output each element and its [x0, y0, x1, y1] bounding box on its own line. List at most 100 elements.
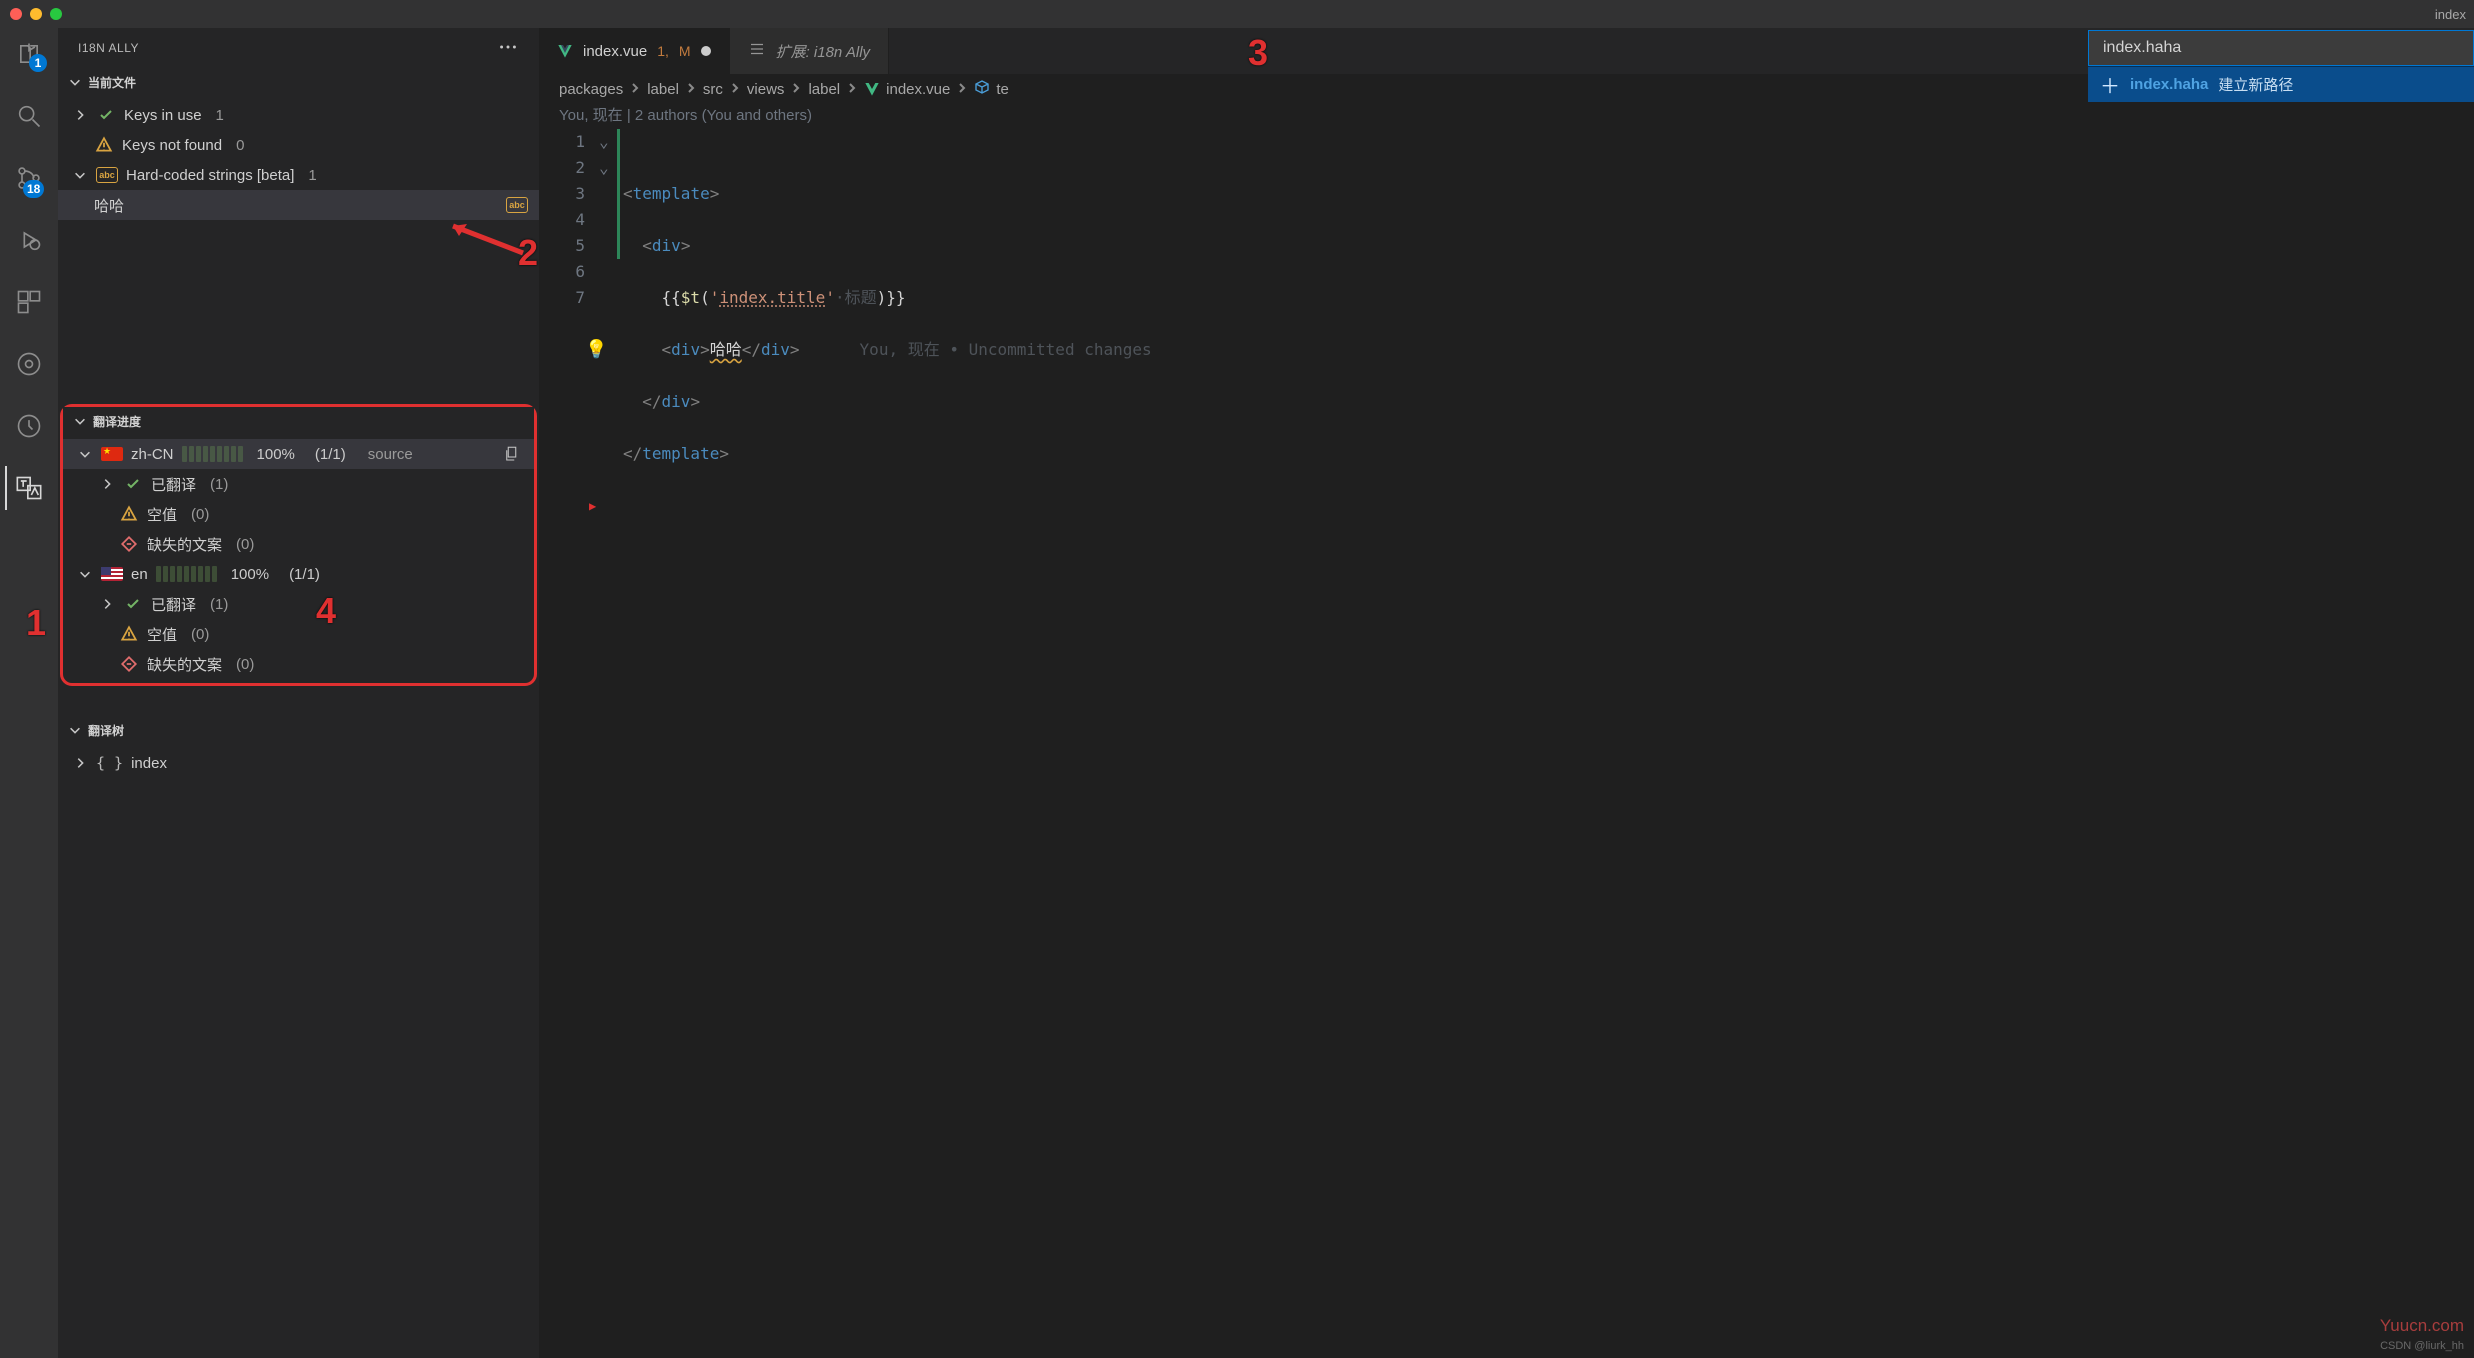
more-icon[interactable] [497, 36, 519, 61]
crumb[interactable]: packages [559, 81, 623, 98]
progress-bar [156, 566, 217, 582]
section-title: 翻译树 [88, 722, 124, 739]
zh-translated[interactable]: 已翻译 (1) [63, 469, 534, 499]
chevron-down-icon [77, 445, 93, 463]
hard-coded-item[interactable]: abc Hard-coded strings [beta] 1 [58, 160, 539, 190]
chevron-right-icon [956, 81, 968, 98]
annotation-arrow-2 [438, 218, 528, 258]
item-count: (1) [210, 596, 228, 613]
hard-coded-string-entry[interactable]: 哈哈 abc [58, 190, 539, 220]
locale-zh-cn[interactable]: zh-CN 100% (1/1) source [63, 439, 534, 469]
locale-name: zh-CN [131, 446, 174, 463]
chevron-right-icon [99, 475, 115, 493]
zh-empty[interactable]: 空值 (0) [63, 499, 534, 529]
keys-not-found-item[interactable]: Keys not found 0 [58, 130, 539, 160]
lightbulb-icon[interactable]: 💡 [585, 337, 607, 363]
extract-action[interactable]: abc [503, 193, 531, 217]
chevron-right-icon [72, 754, 88, 772]
tab-extension[interactable]: 扩展: i18n Ally [730, 28, 889, 74]
explorer-badge: 1 [29, 54, 47, 72]
item-count: (1) [210, 476, 228, 493]
crumb[interactable]: label [647, 81, 679, 98]
scm-icon[interactable]: 18 [5, 160, 53, 196]
annotation-3: 3 [1248, 32, 1268, 74]
current-file-tree: Keys in use 1 Keys not found 0 abc Hard-… [58, 96, 539, 224]
item-count: (0) [236, 656, 254, 673]
search-icon[interactable] [5, 98, 53, 134]
quick-input-item-title: index.haha [2130, 76, 2208, 93]
panel-title: I18N ALLY [78, 41, 139, 55]
chevron-right-icon [99, 595, 115, 613]
explorer-icon[interactable]: 1 [5, 36, 53, 72]
en-missing[interactable]: 缺失的文案 (0) [63, 649, 534, 679]
item-label: Keys not found [122, 137, 222, 154]
warn-icon [119, 504, 139, 524]
timeline-icon[interactable] [5, 408, 53, 444]
plus-icon: ＋ [2100, 70, 2120, 99]
credit: CSDN @liurk_hh [2380, 1340, 2464, 1352]
keys-in-use-item[interactable]: Keys in use 1 [58, 100, 539, 130]
extensions-icon[interactable] [5, 284, 53, 320]
watermark: Yuucn.com [2380, 1316, 2464, 1336]
chevron-right-icon [629, 81, 641, 98]
crumb[interactable]: src [703, 81, 723, 98]
quick-input-item[interactable]: ＋ index.haha 建立新路径 [2088, 66, 2474, 102]
item-count: 1 [216, 107, 224, 124]
section-title: 当前文件 [88, 74, 136, 91]
item-label: 已翻译 [151, 474, 196, 495]
crumb[interactable]: index.vue [886, 81, 950, 98]
debug-icon[interactable] [5, 222, 53, 258]
zh-missing[interactable]: 缺失的文案 (0) [63, 529, 534, 559]
tree-root[interactable]: { } index [58, 748, 539, 778]
item-count: 0 [236, 137, 244, 154]
warn-icon [94, 135, 114, 155]
progress-tree: zh-CN 100% (1/1) source 已翻译 (1) 空值 [63, 435, 534, 683]
locale-en[interactable]: en 100% (1/1) [63, 559, 534, 589]
percent: 100% [231, 566, 269, 583]
translation-tree: { } index [58, 744, 539, 782]
git-gutter [617, 129, 620, 259]
chevron-right-icon [846, 81, 858, 98]
activity-bar: 1 18 [0, 0, 58, 1358]
error-icon [119, 534, 139, 554]
tab-index-vue[interactable]: index.vue 1, M [539, 28, 730, 74]
section-tree[interactable]: 翻译树 [58, 716, 539, 744]
minimize-button[interactable] [30, 8, 42, 20]
chevron-right-icon [729, 81, 741, 98]
i18n-ally-icon[interactable] [5, 470, 53, 506]
annotation-1: 1 [26, 602, 46, 644]
chevron-down-icon [72, 166, 88, 184]
tab-label: index.vue [583, 43, 647, 60]
code-content[interactable]: <template> <div> {{$t('index.title'·标题)}… [623, 129, 2474, 545]
quick-input-value: index.haha [2103, 39, 2181, 57]
abc-icon: abc [96, 167, 118, 183]
section-current-file[interactable]: 当前文件 [58, 68, 539, 96]
chevron-right-icon [685, 81, 697, 98]
cube-icon [974, 79, 990, 99]
check-icon [123, 474, 143, 494]
scm-badge: 18 [23, 180, 44, 198]
dirty-indicator [701, 46, 711, 56]
check-icon [123, 594, 143, 614]
check-icon [96, 105, 116, 125]
en-empty[interactable]: 空值 (0) [63, 619, 534, 649]
gitlens-icon[interactable] [5, 346, 53, 382]
crumb[interactable]: te [996, 81, 1009, 98]
quick-input-field[interactable]: index.haha [2088, 30, 2474, 66]
item-label: 缺失的文案 [147, 654, 222, 675]
flag-cn-icon [101, 447, 123, 461]
maximize-button[interactable] [50, 8, 62, 20]
source-label: source [368, 446, 413, 463]
chevron-right-icon [790, 81, 802, 98]
editor-group: index.vue 1, M 扩展: i18n Ally packages la… [539, 0, 2474, 1358]
close-button[interactable] [10, 8, 22, 20]
code-editor[interactable]: 1 2 3 4 5 6 7 ⌄ ⌄ <template> <div> {{$t(… [539, 125, 2474, 545]
en-translated[interactable]: 已翻译 (1) [63, 589, 534, 619]
abc-icon: abc [506, 197, 528, 213]
title-bar: index [0, 0, 2474, 28]
crumb[interactable]: views [747, 81, 785, 98]
crumb[interactable]: label [808, 81, 840, 98]
copy-icon[interactable] [498, 442, 526, 466]
item-label: 哈哈 [94, 195, 124, 216]
section-progress[interactable]: 翻译进度 [63, 407, 534, 435]
